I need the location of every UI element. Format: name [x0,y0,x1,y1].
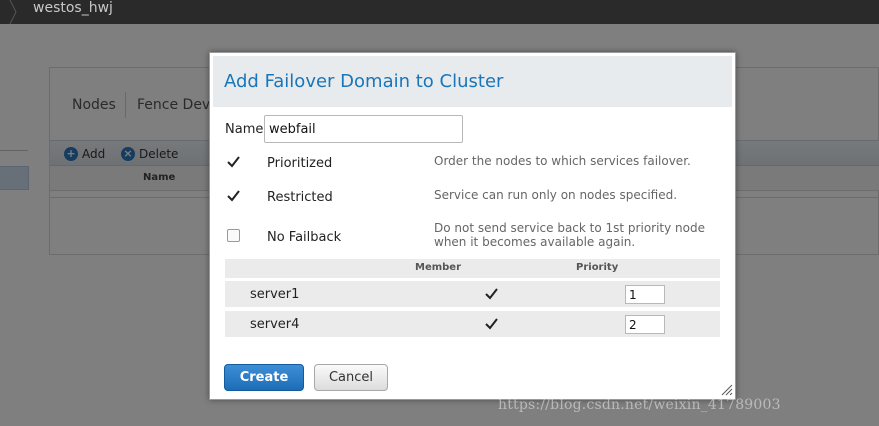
table-row: server1 [225,281,720,307]
create-button[interactable]: Create [224,364,304,391]
priority-column-header: Priority [576,262,619,273]
add-failover-domain-dialog: Add Failover Domain to Cluster Name Prio… [209,52,736,400]
member-checkbox[interactable] [484,316,499,331]
no-failback-description: Do not send service back to 1st priority… [434,221,705,249]
cancel-button[interactable]: Cancel [314,364,388,391]
resize-grip-icon[interactable] [721,384,733,396]
watermark: https://blog.csdn.net/weixin_41789003 [498,397,781,413]
table-row: server4 [225,311,720,337]
member-checkbox[interactable] [484,286,499,301]
member-column-header: Member [415,262,462,273]
restricted-description: Service can run only on nodes specified. [434,188,678,202]
no-failback-checkbox[interactable] [227,229,240,242]
dialog-title: Add Failover Domain to Cluster [224,71,504,92]
priority-input[interactable] [625,315,665,334]
node-name: server4 [250,317,300,332]
priority-input[interactable] [625,285,665,304]
restricted-checkbox[interactable] [227,189,240,202]
checkmark-icon [227,156,240,168]
prioritized-checkbox[interactable] [227,155,240,168]
checkmark-icon [485,318,498,330]
domain-name-input[interactable] [264,115,463,143]
breadcrumb-chevron-icon [8,0,18,24]
prioritized-description: Order the nodes to which services failov… [434,154,691,168]
top-bar: westos_hwj [0,0,879,24]
checkmark-icon [227,190,240,202]
node-name: server1 [250,287,300,302]
breadcrumb-cluster-name[interactable]: westos_hwj [33,0,113,17]
checkmark-icon [485,288,498,300]
name-label: Name [225,122,264,137]
nodes-table-header: Member Priority [225,259,720,278]
restricted-label: Restricted [267,190,333,205]
dialog-header: Add Failover Domain to Cluster [213,56,732,107]
prioritized-label: Prioritized [267,156,333,171]
no-failback-label: No Failback [267,230,342,245]
